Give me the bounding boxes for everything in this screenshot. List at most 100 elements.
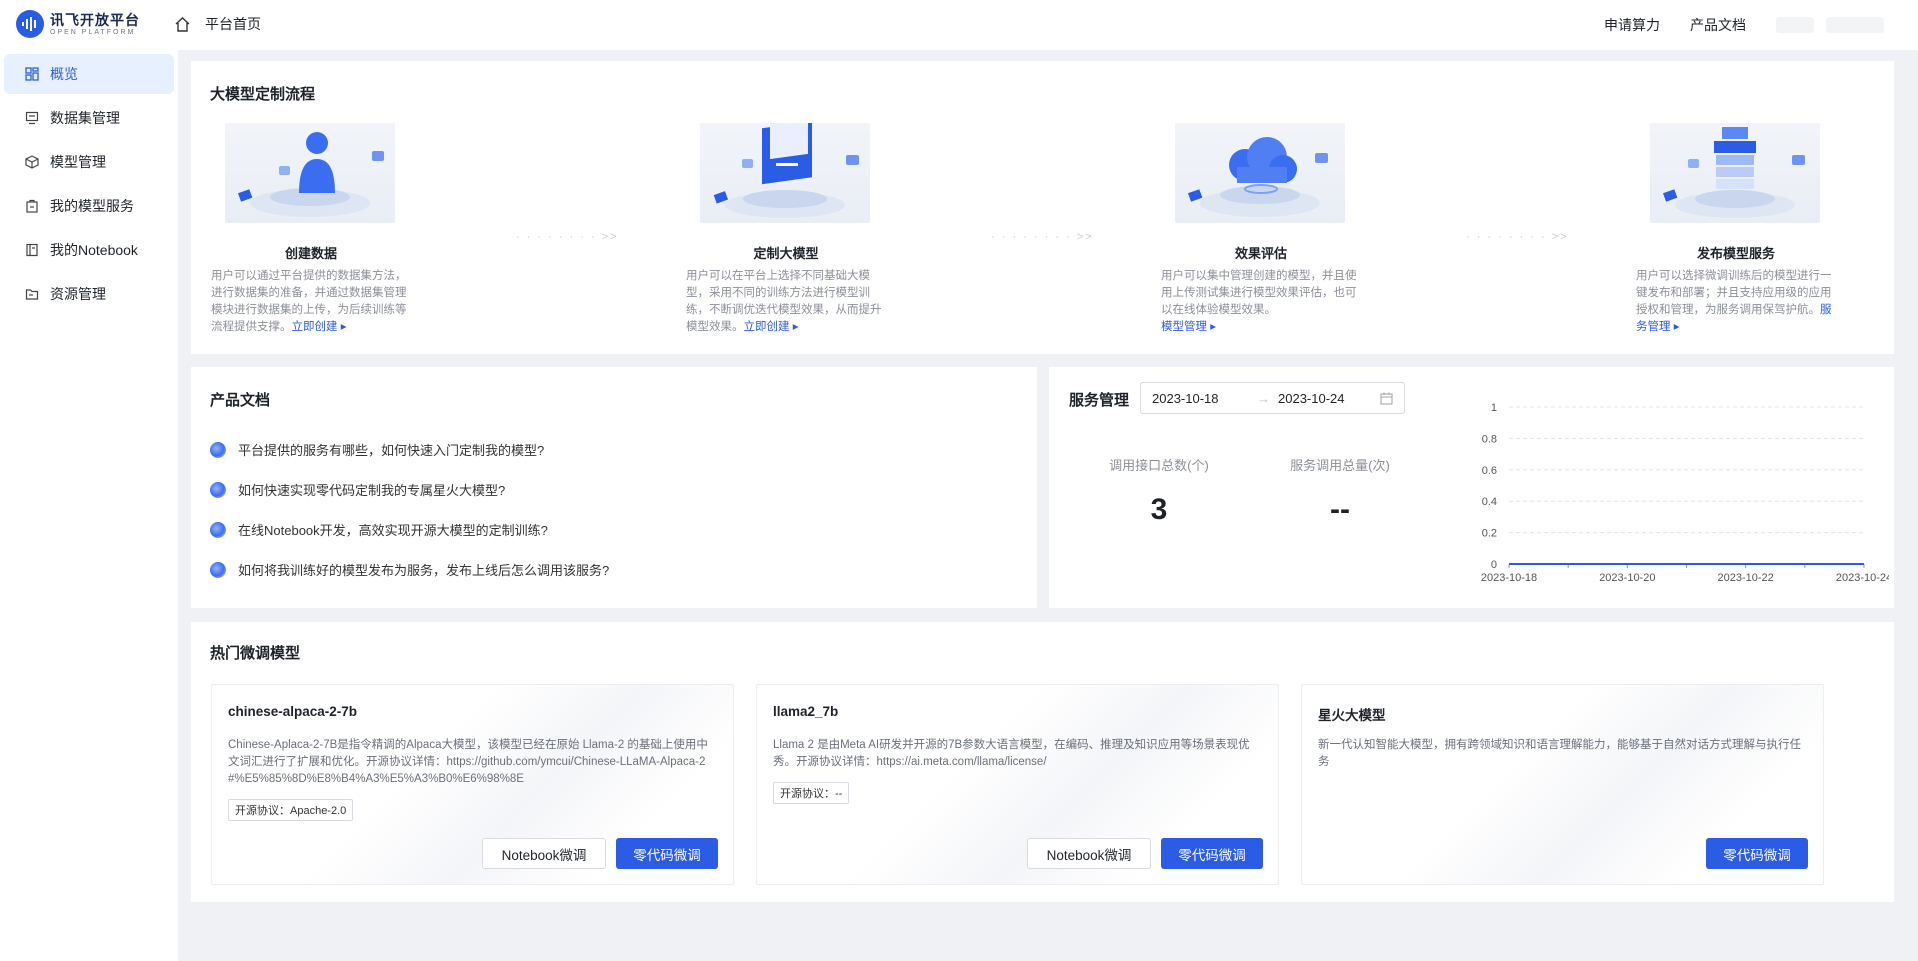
api-count-label: 调用接口总数(个) [1109,458,1209,473]
y-tick-label: 0.8 [1482,433,1497,445]
model-desc: Chinese-Aplaca-2-7B是指令精调的Alpaca大模型，该模型已经… [228,739,708,785]
model-name: llama2_7b [773,704,839,719]
sidebar-item-overview[interactable]: 概览 [4,54,174,94]
dataset-icon [25,111,39,125]
folder-icon [25,289,39,300]
notebook-finetune-button[interactable]: Notebook微调 [482,838,606,869]
zero-code-finetune-button[interactable]: 零代码微调 [1706,838,1808,869]
flow-title: 大模型定制流程 [210,86,316,103]
step-title: 效果评估 [1234,246,1287,261]
range-arrow: → [1257,390,1270,406]
logo-mark-icon [16,10,44,38]
sidebar-item-label: 模型管理 [50,154,106,170]
doc-link[interactable]: 如何将我训练好的模型发布为服务，发布上线后怎么调用该服务? [210,560,609,579]
doc-link[interactable]: 平台提供的服务有哪些，如何快速入门定制我的模型? [210,440,544,459]
sidebar-item-resource[interactable]: 资源管理 [4,274,174,314]
logo-text: 讯飞开放平台 [50,11,140,28]
sidebar-item-my-service[interactable]: 我的模型服务 [4,186,174,226]
service-card: 服务管理 2023-10-18 → 2023-10-24 调用接口总数(个) 3… [1049,367,1894,608]
step-desc: 用户可以选择微调训练后的模型进行一键发布和部署；并且支持应用级的应用授权和管理，… [1636,270,1832,333]
step-title: 定制大模型 [753,246,819,261]
license-tag: 开源协议：-- [773,782,850,804]
custom-model-illustration [700,123,870,223]
create-data-link[interactable]: 立即创建 ▸ [292,321,347,333]
logo-subtext: OPEN PLATFORM [50,28,136,36]
docs-card: 产品文档 平台提供的服务有哪些，如何快速入门定制我的模型? 如何快速实现零代码定… [191,367,1037,608]
hot-models-card: 热门微调模型 chinese-alpaca-2-7b Chinese-Aplac… [191,622,1894,902]
y-tick-label: 0.4 [1482,496,1497,508]
sidebar-item-dataset[interactable]: 数据集管理 [4,98,174,138]
date-start[interactable]: 2023-10-18 [1152,391,1219,406]
model-card-spark[interactable]: 星火大模型 新一代认知智能大模型，拥有跨领域知识和语言理解能力，能够基于自然对话… [1301,684,1824,885]
home-icon [175,16,190,32]
publish-illustration [1650,123,1820,223]
doc-link[interactable]: 在线Notebook开发，高效实现开源大模型的定制训练? [210,520,548,539]
sidebar-item-label: 数据集管理 [50,110,120,126]
doc-bullet-icon [210,481,226,498]
flow-arrow: · · · · · · · · >> [991,231,1094,243]
x-tick-label: 2023-10-18 [1481,572,1537,584]
date-range-picker[interactable]: 2023-10-18 → 2023-10-24 [1140,382,1405,414]
api-count-value: 3 [1150,493,1168,526]
step-title: 发布模型服务 [1696,246,1775,261]
flow-arrow: · · · · · · · · >> [1466,231,1569,243]
sidebar-item-label: 资源管理 [50,286,106,302]
calendar-icon [1380,392,1393,405]
y-tick-label: 1 [1491,402,1497,414]
sidebar-item-label: 我的Notebook [50,242,138,258]
license-tag: 开源协议：Apache-2.0 [228,799,354,821]
top-bar: 讯飞开放平台 OPEN PLATFORM 平台首页 申请算力 产品文档 [0,0,1918,50]
hot-models-title: 热门微调模型 [210,645,301,662]
step-desc: 用户可以通过平台提供的数据集方法，进行数据集的准备，并通过数据集管理模块进行数据… [211,270,407,333]
call-total-label: 服务调用总量(次) [1290,458,1390,473]
logo[interactable]: 讯飞开放平台 OPEN PLATFORM [16,10,140,38]
usage-line-chart: 0 0.2 0.4 0.6 0.8 1 2023-10-18 2023-10-20 2023-1… [1481,402,1889,584]
dashboard-icon [25,67,39,81]
user-placeholder[interactable] [1776,17,1814,33]
doc-bullet-icon [210,441,226,458]
product-docs-link[interactable]: 产品文档 [1690,15,1746,35]
account-placeholder[interactable] [1826,17,1884,33]
flow-card: 大模型定制流程 创建数据 用户可以通过平台提供的数据集方法，进行数据集的准备，并… [191,61,1894,354]
step-desc: 用户可以集中管理创建的模型，并且使用上传测试集进行模型效果评估，也可以在线体验模… [1161,270,1357,333]
model-desc: 新一代认知智能大模型，拥有跨领域知识和语言理解能力，能够基于自然对话方式理解与执… [1318,739,1801,768]
home-link[interactable]: 平台首页 [174,14,261,34]
service-title: 服务管理 [1069,392,1130,409]
call-total-value: -- [1330,493,1350,526]
date-end[interactable]: 2023-10-24 [1278,391,1345,406]
y-tick-label: 0.2 [1482,528,1497,540]
flow-arrow: · · · · · · · · >> [516,231,619,243]
home-label: 平台首页 [205,16,261,32]
step-title: 创建数据 [284,246,337,261]
model-card-llama2[interactable]: llama2_7b Llama 2 是由Meta AI研发并开源的7B参数大语言… [756,684,1279,885]
notebook-finetune-button[interactable]: Notebook微调 [1027,838,1151,869]
x-tick-label: 2023-10-24 [1836,572,1889,584]
zero-code-finetune-button[interactable]: 零代码微调 [616,838,718,869]
service-icon [26,199,38,213]
model-desc: Llama 2 是由Meta AI研发并开源的7B参数大语言模型，在编码、推理及… [773,739,1250,768]
cube-icon [25,155,39,169]
sidebar-item-label: 我的模型服务 [50,198,134,214]
evaluation-illustration [1175,123,1345,223]
create-data-illustration [225,123,395,223]
x-tick-label: 2023-10-22 [1718,572,1774,584]
model-manage-link[interactable]: 模型管理 ▸ [1161,321,1216,333]
sidebar-item-notebook[interactable]: 我的Notebook [4,230,174,270]
step-desc: 用户可以在平台上选择不同基础大模型，采用不同的训练方法进行模型训练，不断调优迭代… [686,270,882,333]
apply-compute-link[interactable]: 申请算力 [1604,15,1660,35]
doc-bullet-icon [210,521,226,538]
doc-bullet-icon [210,561,226,578]
sidebar-item-label: 概览 [50,66,78,82]
model-name: chinese-alpaca-2-7b [228,704,358,719]
docs-title: 产品文档 [210,392,271,409]
zero-code-finetune-button[interactable]: 零代码微调 [1161,838,1263,869]
model-name: 星火大模型 [1318,708,1386,723]
notebook-icon [26,243,38,257]
x-tick-label: 2023-10-20 [1599,572,1655,584]
y-tick-label: 0 [1491,559,1497,571]
doc-link[interactable]: 如何快速实现零代码定制我的专属星火大模型? [210,480,505,499]
y-tick-label: 0.6 [1482,465,1497,477]
custom-model-link[interactable]: 立即创建 ▸ [744,321,799,333]
sidebar-item-model[interactable]: 模型管理 [4,142,174,182]
model-card-alpaca[interactable]: chinese-alpaca-2-7b Chinese-Aplaca-2-7B是… [211,684,734,885]
